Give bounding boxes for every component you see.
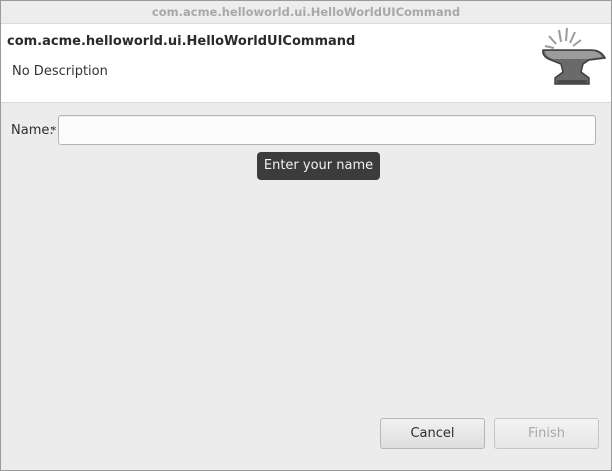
anvil-icon (537, 26, 607, 92)
banner-description: No Description (12, 64, 108, 79)
name-label: Name: (11, 123, 54, 138)
wizard-banner: com.acme.helloworld.ui.HelloWorldUIComma… (1, 24, 611, 103)
name-tooltip: Enter your name (257, 152, 380, 180)
name-row: Name: * (11, 115, 597, 145)
name-input[interactable] (58, 115, 596, 145)
cancel-button[interactable]: Cancel (380, 418, 485, 449)
required-asterisk: * (51, 124, 57, 137)
dialog-window: com.acme.helloworld.ui.HelloWorldUIComma… (0, 0, 612, 471)
window-title: com.acme.helloworld.ui.HelloWorldUIComma… (151, 5, 461, 19)
finish-button[interactable]: Finish (494, 418, 599, 449)
window-titlebar[interactable]: com.acme.helloworld.ui.HelloWorldUIComma… (1, 1, 611, 24)
banner-title: com.acme.helloworld.ui.HelloWorldUIComma… (7, 34, 356, 49)
